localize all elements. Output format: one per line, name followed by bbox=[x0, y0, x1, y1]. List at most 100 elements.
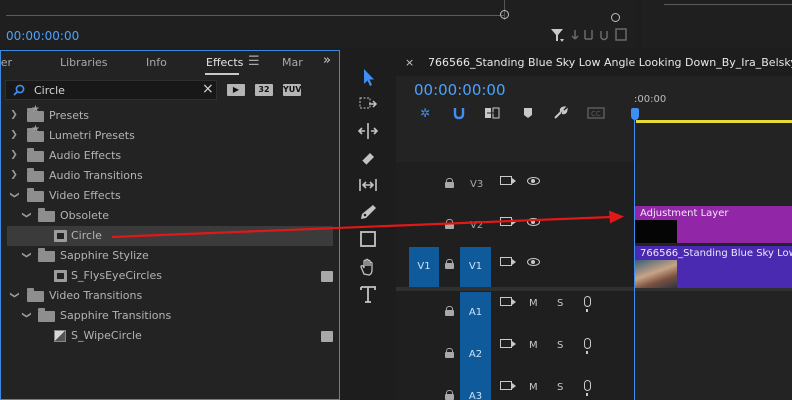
sequence-title[interactable]: 766566_Standing Blue Sky Low Angle Looki… bbox=[428, 56, 792, 69]
tree-item-audio-transitions[interactable]: ❯ Audio Transitions bbox=[1, 166, 339, 186]
lock-icon[interactable] bbox=[445, 178, 454, 188]
chevron-right-icon[interactable]: ❯ bbox=[9, 110, 19, 120]
eye-icon[interactable] bbox=[527, 218, 540, 226]
target-track-a2[interactable]: A2 bbox=[460, 334, 491, 376]
sync-lock-icon[interactable] bbox=[500, 297, 516, 306]
adjustment-layer-clip[interactable]: Adjustment Layer bbox=[635, 206, 792, 243]
pen-tool-icon[interactable] bbox=[356, 201, 380, 223]
tree-item-sapphire-transitions[interactable]: ❯ Sapphire Transitions bbox=[1, 306, 339, 326]
lock-icon[interactable] bbox=[445, 348, 454, 358]
target-track-a1[interactable]: A1 bbox=[460, 292, 491, 334]
search-input[interactable] bbox=[34, 83, 194, 97]
tree-item-video-transitions[interactable]: ❯ Video Transitions bbox=[1, 286, 339, 306]
program-scrub-bar[interactable] bbox=[664, 4, 792, 5]
selection-tool-icon[interactable] bbox=[356, 66, 380, 88]
source-patch-v1[interactable]: V1 bbox=[409, 247, 439, 287]
type-tool-icon[interactable] bbox=[356, 283, 380, 305]
sync-lock-icon[interactable] bbox=[500, 217, 516, 226]
playhead-handle[interactable] bbox=[631, 108, 639, 120]
work-area-bar[interactable] bbox=[636, 120, 792, 123]
microphone-icon[interactable] bbox=[584, 338, 591, 354]
playhead-line[interactable] bbox=[634, 120, 635, 400]
tree-item-s-wipecircle[interactable]: S_WipeCircle bbox=[1, 326, 339, 346]
lock-icon[interactable] bbox=[445, 259, 454, 269]
tree-item-lumetri-presets[interactable]: ❯ ★ Lumetri Presets bbox=[1, 125, 339, 146]
sync-lock-icon[interactable] bbox=[500, 381, 516, 390]
chevron-down-icon[interactable]: ❯ bbox=[9, 290, 19, 300]
tree-item-presets[interactable]: ❯ ★ Presets bbox=[1, 105, 339, 126]
chevron-down-icon[interactable]: ❯ bbox=[9, 190, 19, 200]
yuv-filter-button[interactable]: YUV bbox=[283, 84, 301, 96]
overwrite-icon[interactable] bbox=[584, 30, 593, 40]
lock-icon[interactable] bbox=[445, 306, 454, 316]
accelerated-effects-filter-icon[interactable]: ▶ bbox=[227, 84, 245, 96]
search-box[interactable]: × bbox=[5, 80, 217, 100]
sequence-timecode[interactable]: 00:00:00:00 bbox=[414, 81, 506, 99]
lock-icon[interactable] bbox=[445, 219, 454, 229]
chevron-right-icon[interactable]: ❯ bbox=[9, 130, 19, 140]
audio-icon[interactable] bbox=[600, 31, 608, 41]
eye-icon[interactable] bbox=[527, 258, 540, 266]
panel-menu-icon[interactable]: ☰ bbox=[248, 54, 260, 69]
solo-button[interactable]: S bbox=[557, 340, 563, 351]
tree-item-audio-effects[interactable]: ❯ Audio Effects bbox=[1, 146, 339, 166]
captions-icon[interactable]: CC bbox=[586, 106, 606, 120]
solo-button[interactable]: S bbox=[557, 298, 563, 309]
tree-item-label: Audio Transitions bbox=[49, 169, 143, 182]
source-scrub-bar[interactable] bbox=[6, 15, 504, 16]
tree-item-obsolete[interactable]: ❯ Obsolete bbox=[1, 206, 339, 226]
in-point-knob[interactable] bbox=[500, 10, 509, 19]
target-track-a3[interactable]: A3 bbox=[460, 376, 491, 400]
target-track-v1[interactable]: V1 bbox=[460, 247, 491, 287]
slip-tool-icon[interactable] bbox=[356, 174, 380, 196]
wrench-settings-icon[interactable] bbox=[552, 106, 568, 120]
snap-icon[interactable] bbox=[451, 106, 467, 120]
track-select-tool-icon[interactable] bbox=[356, 93, 380, 115]
chevron-down-icon[interactable]: ❯ bbox=[21, 310, 31, 320]
hand-tool-icon[interactable] bbox=[356, 256, 380, 278]
razor-tool-icon[interactable] bbox=[356, 147, 380, 169]
mute-button[interactable]: M bbox=[529, 298, 538, 309]
solo-button[interactable]: S bbox=[557, 382, 563, 393]
tree-item-circle[interactable]: Circle bbox=[7, 226, 333, 246]
tab-media-browser[interactable]: ser bbox=[0, 56, 12, 69]
32-bit-filter-button[interactable]: 32 bbox=[255, 84, 273, 96]
nest-toggle-icon[interactable]: ✲ bbox=[417, 106, 433, 120]
source-timecode[interactable]: 00:00:00:00 bbox=[6, 29, 79, 43]
chevron-down-icon[interactable]: ❯ bbox=[21, 250, 31, 260]
tree-item-video-effects[interactable]: ❯ Video Effects bbox=[1, 186, 339, 206]
tab-markers[interactable]: Mar bbox=[282, 56, 303, 69]
microphone-icon[interactable] bbox=[584, 296, 591, 312]
sync-lock-icon[interactable] bbox=[500, 176, 516, 185]
clear-search-icon[interactable]: × bbox=[202, 81, 214, 97]
insert-icon[interactable] bbox=[571, 30, 579, 40]
export-frame-icon[interactable] bbox=[615, 28, 627, 41]
eye-icon[interactable] bbox=[527, 177, 540, 185]
chevron-right-icon[interactable]: ❯ bbox=[9, 150, 19, 160]
chevron-right-icon[interactable]: ❯ bbox=[9, 170, 19, 180]
video-clip[interactable]: 766566_Standing Blue Sky Low Angle bbox=[635, 246, 792, 288]
out-point-knob[interactable] bbox=[611, 13, 620, 22]
close-sequence-icon[interactable]: × bbox=[405, 56, 414, 69]
sequence-tab[interactable]: × 766566_Standing Blue Sky Low Angle Loo… bbox=[396, 50, 792, 76]
lock-icon[interactable] bbox=[445, 390, 454, 400]
sync-lock-icon[interactable] bbox=[500, 339, 516, 348]
more-tabs-icon[interactable]: » bbox=[323, 53, 331, 68]
tab-effects[interactable]: Effects bbox=[206, 56, 243, 69]
tree-item-sapphire-stylize[interactable]: ❯ Sapphire Stylize bbox=[1, 246, 339, 266]
search-icon bbox=[13, 84, 25, 96]
linked-selection-icon[interactable] bbox=[484, 106, 500, 120]
microphone-icon[interactable] bbox=[584, 380, 591, 396]
tab-info[interactable]: Info bbox=[146, 56, 167, 69]
mute-button[interactable]: M bbox=[529, 382, 538, 393]
add-marker-icon[interactable] bbox=[520, 106, 536, 120]
filter-dropdown-icon[interactable] bbox=[560, 39, 564, 42]
rectangle-tool-icon[interactable] bbox=[356, 228, 380, 250]
clip-thumbnail bbox=[635, 260, 677, 288]
sync-lock-icon[interactable] bbox=[500, 257, 516, 266]
mute-button[interactable]: M bbox=[529, 340, 538, 351]
chevron-down-icon[interactable]: ❯ bbox=[21, 210, 31, 220]
ripple-edit-tool-icon[interactable] bbox=[356, 120, 380, 142]
tab-libraries[interactable]: Libraries bbox=[60, 56, 108, 69]
tree-item-s-flyseyecircles[interactable]: S_FlysEyeCircles bbox=[1, 266, 339, 286]
